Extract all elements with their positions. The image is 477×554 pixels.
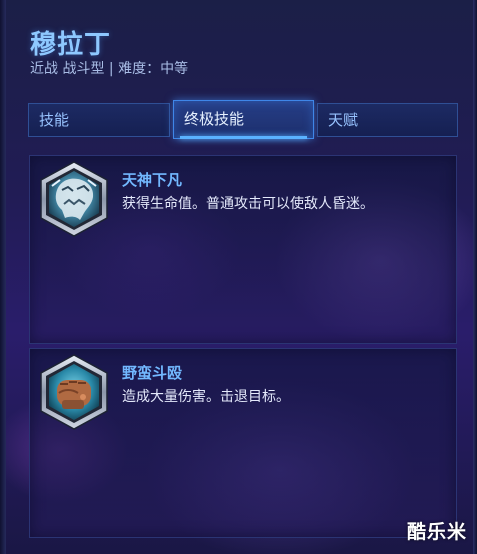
left-frame-edge bbox=[0, 0, 6, 554]
ability-description: 造成大量伤害。击退目标。 bbox=[122, 389, 290, 405]
ability-description: 获得生命值。普通攻击可以使敌人昏迷。 bbox=[122, 196, 374, 212]
hero-name: 穆拉丁 bbox=[30, 30, 112, 60]
right-frame-edge bbox=[473, 0, 477, 554]
ability-card-avatar: 天神下凡 获得生命值。普通攻击可以使敌人昏迷。 bbox=[29, 155, 457, 344]
tab-abilities[interactable]: 技能 bbox=[28, 103, 170, 137]
watermark-logo: 酷乐米 bbox=[406, 521, 467, 543]
hero-subtitle: 近战 战斗型 | 难度：中等 bbox=[30, 61, 189, 77]
tab-talents[interactable]: 天赋 bbox=[317, 103, 458, 137]
ability-name: 天神下凡 bbox=[122, 171, 183, 189]
fist-icon[interactable] bbox=[38, 353, 110, 431]
avatar-icon[interactable] bbox=[38, 160, 110, 238]
tab-heroic-abilities[interactable]: 终极技能 bbox=[173, 100, 314, 139]
ability-card-haymaker: 野蛮斗殴 造成大量伤害。击退目标。 bbox=[29, 348, 457, 538]
ability-tabs: 技能 终极技能 天赋 bbox=[28, 100, 458, 141]
ability-name: 野蛮斗殴 bbox=[122, 364, 183, 382]
